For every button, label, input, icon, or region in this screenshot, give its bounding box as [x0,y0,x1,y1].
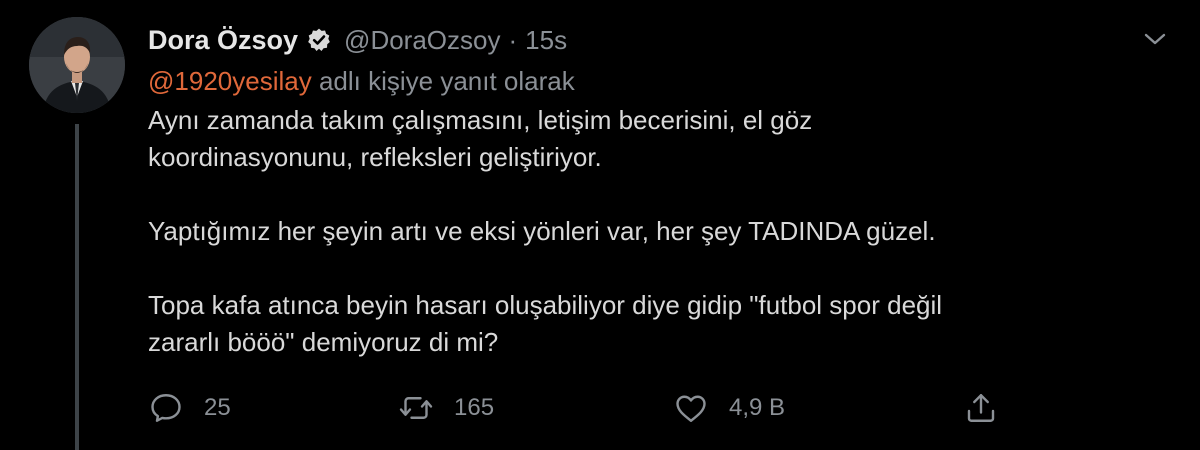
avatar-image [29,17,125,113]
reply-button[interactable]: 25 [148,388,231,428]
verified-badge-icon [306,27,332,53]
tweet[interactable]: Dora Özsoy @DoraOzsoy · 15s @1920yesilay… [0,0,1200,450]
tweet-actions: 25 165 4,9 B [148,388,1008,428]
share-button[interactable] [963,388,999,428]
tweet-text: Aynı zamanda takım çalışmasını, letişim … [148,102,1148,361]
thread-line [75,124,79,450]
share-icon [967,394,995,422]
tweet-paragraph: Topa kafa atınca beyin hasarı oluşabiliy… [148,290,943,357]
tweet-header: Dora Özsoy @DoraOzsoy · 15s [148,20,1148,60]
reply-context: @1920yesilay adlı kişiye yanıt olarak [148,63,1148,99]
reply-context-label: adlı kişiye yanıt olarak [318,66,575,96]
reply-count: 25 [204,394,231,421]
separator-dot: · [508,24,518,55]
heart-icon [676,395,706,422]
tweet-timestamp[interactable]: 15s [525,25,567,56]
author-handle[interactable]: @DoraOzsoy [344,25,500,56]
retweet-button[interactable]: 165 [398,388,494,428]
chevron-down-icon [1144,33,1166,45]
retweet-icon [399,397,433,419]
tweet-menu-button[interactable] [1142,28,1168,50]
reply-mention-link[interactable]: @1920yesilay [148,66,312,96]
tweet-paragraph: Aynı zamanda takım çalışmasını, letişim … [148,105,813,172]
tweet-content: Dora Özsoy @DoraOzsoy · 15s @1920yesilay… [148,20,1148,361]
reply-icon [151,394,181,422]
tweet-paragraph: Yaptığımız her şeyin artı ve eksi yönler… [148,216,936,246]
like-count: 4,9 B [729,394,786,421]
retweet-count: 165 [454,394,495,421]
avatar[interactable] [29,17,125,113]
like-button[interactable]: 4,9 B [673,388,785,428]
author-display-name[interactable]: Dora Özsoy [148,25,298,56]
